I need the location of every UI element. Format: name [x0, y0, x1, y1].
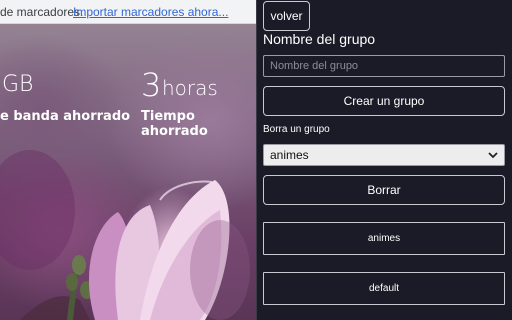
chevron-down-icon [488, 152, 498, 159]
bookmarks-hint-text: de marcadores. [0, 5, 84, 19]
group-name-input[interactable] [263, 55, 505, 77]
delete-group-button[interactable]: Borrar [263, 175, 505, 205]
time-saved-unit: horas [162, 76, 218, 100]
create-group-button[interactable]: Crear un grupo [263, 86, 505, 116]
bookmarks-bar: de marcadores. Importar marcadores ahora… [0, 0, 256, 24]
bandwidth-saved-label: e banda ahorrado [0, 109, 131, 124]
group-select-value: animes [270, 148, 309, 162]
group-select[interactable]: animes [263, 144, 505, 166]
group-name-heading: Nombre del grupo [263, 31, 376, 47]
back-button[interactable]: volver [263, 1, 310, 31]
magnolia-flower-image [0, 150, 250, 320]
bandwidth-saved-value: GB [2, 72, 34, 97]
time-saved-number: 3 [141, 66, 162, 104]
import-bookmarks-link[interactable]: Importar marcadores ahora... [73, 0, 228, 23]
group-item-animes[interactable]: animes [263, 222, 505, 255]
newtab-background: de marcadores. Importar marcadores ahora… [0, 0, 256, 320]
group-item-default[interactable]: default [263, 272, 505, 305]
delete-group-heading: Borra un grupo [263, 124, 330, 135]
group-manager-popup: volver Nombre del grupo Crear un grupo B… [256, 0, 512, 320]
time-saved-label: Tiempo ahorrado [141, 109, 208, 139]
